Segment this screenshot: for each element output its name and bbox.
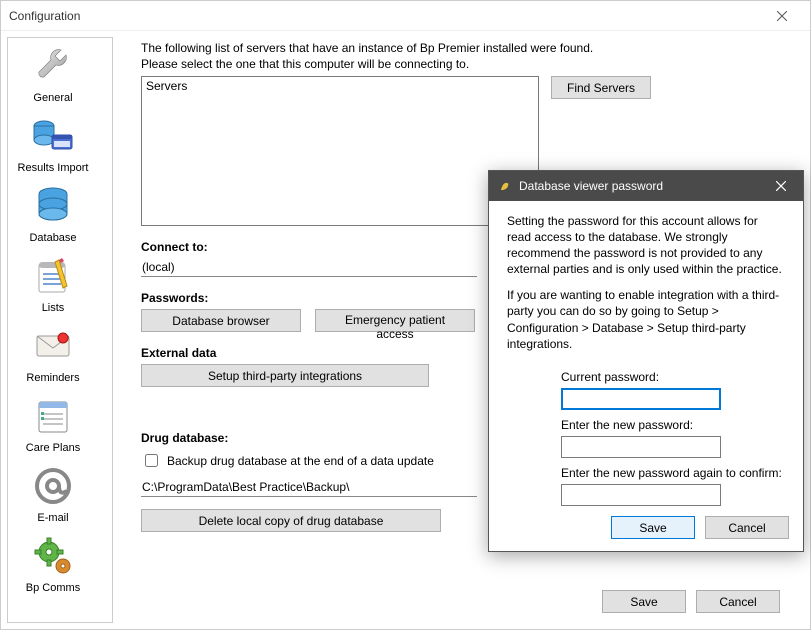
envelope-icon [29, 322, 77, 370]
emergency-access-button[interactable]: Emergency patient access [315, 309, 475, 332]
servers-listbox[interactable]: Servers [141, 76, 539, 226]
dialog-save-button[interactable]: Save [611, 516, 695, 539]
titlebar: Configuration [1, 1, 810, 31]
sidebar-item-database[interactable]: Database [8, 178, 98, 248]
sidebar: General Results Import Database [7, 37, 113, 623]
sidebar-scroll[interactable]: General Results Import Database [8, 38, 100, 622]
current-password-input[interactable] [561, 388, 721, 410]
sidebar-item-label: Reminders [8, 372, 98, 384]
intro-text-1: The following list of servers that have … [141, 41, 794, 57]
sidebar-item-label: Care Plans [8, 442, 98, 454]
window-title: Configuration [9, 9, 762, 23]
current-password-label: Current password: [561, 370, 785, 384]
sidebar-item-bp-comms[interactable]: Bp Comms [8, 528, 98, 598]
delete-local-drug-db-button[interactable]: Delete local copy of drug database [141, 509, 441, 532]
confirm-password-label: Enter the new password again to confirm: [561, 466, 785, 480]
new-password-label: Enter the new password: [561, 418, 785, 432]
dialog-close-button[interactable] [761, 172, 801, 200]
config-save-button[interactable]: Save [602, 590, 686, 613]
at-sign-icon [29, 462, 77, 510]
intro-text-2: Please select the one that this computer… [141, 57, 794, 73]
sidebar-item-results-import[interactable]: Results Import [8, 108, 98, 178]
sidebar-item-care-plans[interactable]: Care Plans [8, 388, 98, 458]
backup-path-input[interactable] [141, 478, 477, 497]
database-icon [29, 182, 77, 230]
dialog-title: Database viewer password [519, 179, 663, 193]
dialog-info-2: If you are wanting to enable integration… [507, 287, 785, 352]
new-password-input[interactable] [561, 436, 721, 458]
config-cancel-button[interactable]: Cancel [696, 590, 780, 613]
care-plans-icon [29, 392, 77, 440]
confirm-password-input[interactable] [561, 484, 721, 506]
sidebar-item-email[interactable]: E-mail [8, 458, 98, 528]
find-servers-button[interactable]: Find Servers [551, 76, 651, 99]
close-icon [777, 11, 787, 21]
database-browser-button[interactable]: Database browser [141, 309, 301, 332]
sidebar-item-general[interactable]: General [8, 38, 98, 108]
backup-drug-db-checkbox[interactable] [145, 454, 158, 467]
dialog-info-1: Setting the password for this account al… [507, 213, 785, 278]
database-viewer-password-dialog: Database viewer password Setting the pas… [488, 170, 804, 552]
wrench-icon [29, 42, 77, 90]
app-icon [497, 178, 513, 194]
dialog-titlebar: Database viewer password [489, 171, 803, 201]
sidebar-item-lists[interactable]: Lists [8, 248, 98, 318]
results-import-icon [29, 112, 77, 160]
lists-icon [29, 252, 77, 300]
sidebar-item-label: Database [8, 232, 98, 244]
gears-icon [29, 532, 77, 580]
setup-third-party-button[interactable]: Setup third-party integrations [141, 364, 429, 387]
servers-header: Servers [146, 79, 534, 93]
configuration-window: Configuration General Results Import [0, 0, 811, 630]
sidebar-item-label: Lists [8, 302, 98, 314]
close-icon [776, 181, 786, 191]
backup-drug-db-label: Backup drug database at the end of a dat… [167, 454, 434, 468]
connect-to-input[interactable] [141, 258, 477, 277]
sidebar-item-reminders[interactable]: Reminders [8, 318, 98, 388]
dialog-cancel-button[interactable]: Cancel [705, 516, 789, 539]
window-close-button[interactable] [762, 2, 802, 30]
sidebar-item-label: E-mail [8, 512, 98, 524]
sidebar-item-label: General [8, 92, 98, 104]
sidebar-item-label: Bp Comms [8, 582, 98, 594]
sidebar-item-label: Results Import [8, 162, 98, 174]
